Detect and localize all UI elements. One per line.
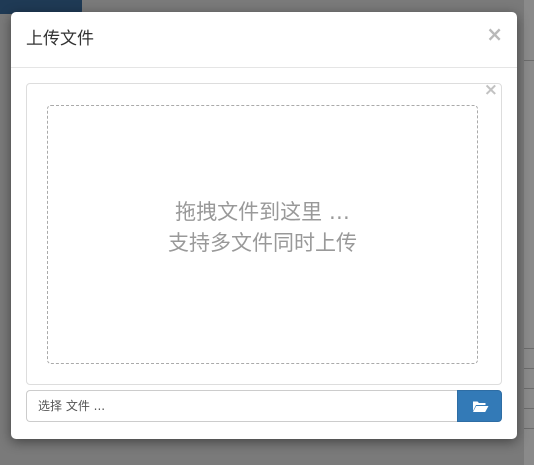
remove-all-icon[interactable]: × (484, 82, 498, 99)
folder-open-icon (473, 401, 489, 412)
upload-dialog: 上传文件 × × 拖拽文件到这里 … 支持多文件同时上传 选择 文件 ... (11, 12, 517, 439)
drop-zone[interactable]: 拖拽文件到这里 … 支持多文件同时上传 (47, 105, 478, 364)
drop-hint-line-2: 支持多文件同时上传 (168, 231, 357, 255)
drop-hint-line-1: 拖拽文件到这里 … (175, 200, 350, 224)
file-preview-panel: × 拖拽文件到这里 … 支持多文件同时上传 (26, 82, 502, 385)
dialog-title: 上传文件 (26, 29, 94, 49)
dialog-header: 上传文件 × (11, 12, 517, 68)
file-select-group: 选择 文件 ... (26, 390, 502, 422)
browse-button[interactable] (457, 390, 502, 422)
file-caption-input[interactable]: 选择 文件 ... (26, 390, 457, 422)
drop-zone-hint: 拖拽文件到这里 … 支持多文件同时上传 (48, 197, 477, 259)
close-icon[interactable]: × (486, 24, 503, 44)
background-page-edge (524, 0, 534, 465)
